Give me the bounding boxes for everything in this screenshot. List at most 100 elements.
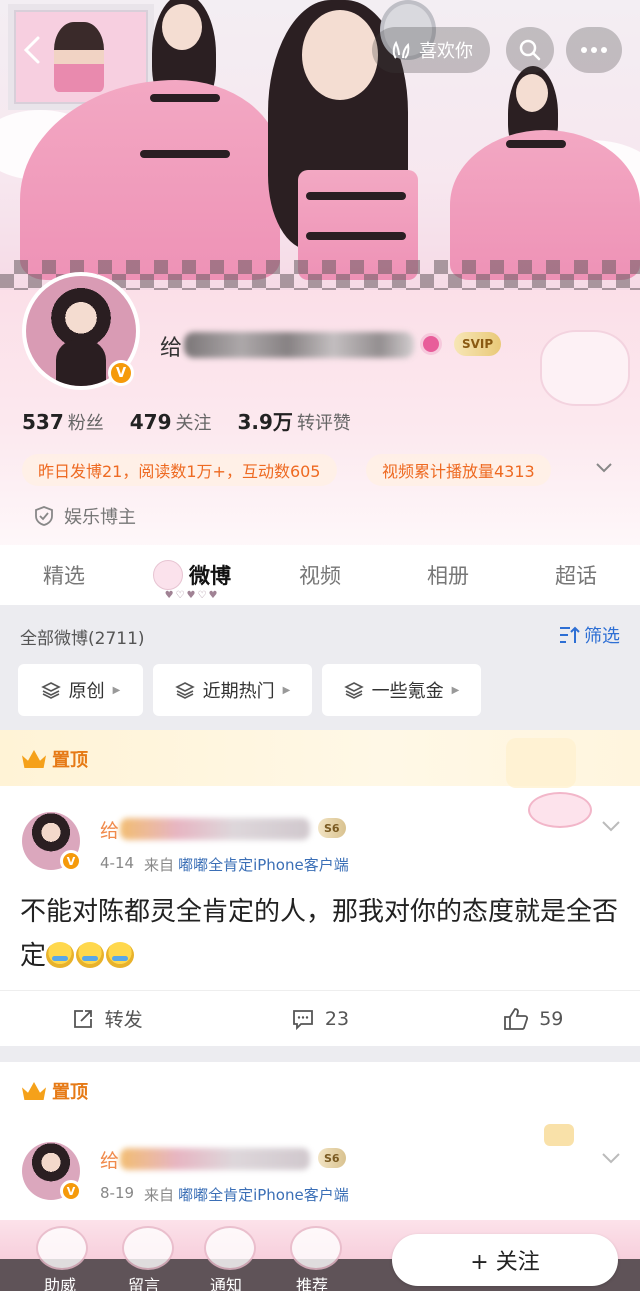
video-stats-pill[interactable]: 视频累计播放量4313 bbox=[366, 454, 551, 486]
pinned-label: 置顶 bbox=[52, 1082, 88, 1103]
tab-label: 视频 bbox=[299, 564, 341, 588]
fans-count: 537 bbox=[22, 410, 64, 434]
interactions-count: 3.9万 bbox=[237, 410, 293, 434]
chip-arrow-icon: ▶ bbox=[282, 684, 291, 696]
following-count: 479 bbox=[129, 410, 172, 434]
chip-label: 近期热门 bbox=[202, 681, 275, 702]
tab-label: 精选 bbox=[43, 564, 85, 588]
pinned-indicator: 置顶 bbox=[22, 746, 88, 772]
post-menu-chevron-icon[interactable] bbox=[600, 1150, 622, 1169]
verified-badge-icon: V bbox=[60, 850, 82, 872]
bottom-bar-decoration bbox=[122, 1226, 174, 1270]
stat-interactions[interactable]: 3.9万 转评赞 bbox=[238, 406, 351, 435]
follow-label: + 关注 bbox=[470, 1250, 540, 1275]
level-label: S6 bbox=[324, 1151, 340, 1165]
back-button[interactable] bbox=[12, 30, 52, 70]
yesterday-stats-pill[interactable]: 昨日发博21，阅读数1万+，互动数605 bbox=[22, 454, 337, 486]
filter-button[interactable]: 筛选 bbox=[558, 622, 620, 648]
crown-icon bbox=[22, 1082, 46, 1100]
svip-label: SVIP bbox=[462, 337, 494, 351]
crown-icon bbox=[22, 750, 46, 768]
tab-supertopic[interactable]: 超话 bbox=[512, 545, 640, 605]
comment-icon bbox=[292, 1009, 313, 1030]
chip-spending[interactable]: 一些氪金 ▶ bbox=[322, 664, 481, 716]
tab-album[interactable]: 相册 bbox=[384, 545, 512, 605]
verified-badge-icon: V bbox=[108, 360, 134, 386]
layers-icon bbox=[40, 682, 61, 699]
post-source[interactable]: 嘟嘟全肯定iPhone客户端 bbox=[178, 1184, 349, 1205]
filter-icon bbox=[560, 626, 580, 643]
bunny-ears-icon bbox=[392, 40, 410, 59]
bottom-nav-cheer[interactable]: 助威 bbox=[44, 1272, 76, 1291]
like-you-label: 喜欢你 bbox=[419, 41, 473, 62]
pinned-label: 置顶 bbox=[52, 750, 88, 771]
expand-chevron-icon[interactable] bbox=[594, 460, 614, 479]
post-date: 8-19 bbox=[100, 1184, 135, 1202]
tab-label: 微博 bbox=[189, 564, 231, 588]
crying-emoji-icon bbox=[76, 942, 105, 968]
pinned-indicator: 置顶 bbox=[22, 1078, 88, 1104]
follow-button[interactable]: + 关注 bbox=[392, 1234, 618, 1286]
like-count: 59 bbox=[539, 1007, 564, 1030]
tab-hearts-indicator: ♥♡♥♡♥ bbox=[164, 590, 220, 601]
crying-emoji-icon bbox=[106, 942, 135, 968]
svip-badge[interactable]: SVIP bbox=[454, 332, 502, 356]
following-label: 关注 bbox=[175, 413, 212, 434]
back-arrow-icon bbox=[23, 36, 40, 64]
bottom-nav-recommend[interactable]: 推荐 bbox=[296, 1272, 328, 1291]
chip-label: 原创 bbox=[68, 681, 105, 702]
post-from-label: 来自 bbox=[144, 1186, 175, 1204]
member-badge-icon bbox=[420, 333, 442, 355]
profile-tag-label: 娱乐博主 bbox=[64, 507, 136, 528]
search-icon bbox=[519, 39, 541, 61]
fans-label: 粉丝 bbox=[67, 413, 104, 434]
post-source[interactable]: 嘟嘟全肯定iPhone客户端 bbox=[178, 854, 349, 875]
like-button[interactable]: 59 bbox=[427, 991, 640, 1046]
shield-icon bbox=[35, 506, 53, 526]
post-menu-chevron-icon[interactable] bbox=[600, 818, 622, 837]
thumbs-up-icon bbox=[504, 1007, 529, 1030]
profile-tabs: 精选 微博 ♥♡♥♡♥ 视频 相册 超话 bbox=[0, 545, 640, 605]
bottom-nav-message[interactable]: 留言 bbox=[128, 1272, 160, 1291]
post-text[interactable]: 不能对陈都灵全肯定的人，那我对你的态度就是全否定 bbox=[20, 890, 620, 978]
crown-decoration bbox=[544, 1124, 574, 1146]
crown-decoration bbox=[506, 738, 576, 788]
chip-arrow-icon: ▶ bbox=[112, 684, 121, 696]
tab-video[interactable]: 视频 bbox=[256, 545, 384, 605]
chip-recent-hot[interactable]: 近期热门 ▶ bbox=[153, 664, 312, 716]
comment-button[interactable]: 23 bbox=[213, 991, 426, 1046]
repost-icon bbox=[73, 1009, 92, 1028]
profile-name-blurred bbox=[184, 332, 414, 358]
bottom-nav-notify[interactable]: 通知 bbox=[210, 1272, 242, 1291]
post-author-name-blurred[interactable] bbox=[120, 818, 310, 840]
search-button[interactable] bbox=[506, 27, 554, 73]
post-meta: 4-14 来自 嘟嘟全肯定iPhone客户端 bbox=[100, 854, 349, 875]
chip-arrow-icon: ▶ bbox=[451, 684, 460, 696]
bunny-tab-icon bbox=[153, 560, 183, 590]
comment-count: 23 bbox=[324, 1007, 350, 1030]
video-stats-text: 视频累计播放量4313 bbox=[382, 462, 535, 481]
level-badge: S6 bbox=[318, 1148, 346, 1168]
bottom-bar-decoration bbox=[290, 1226, 342, 1270]
bottom-bar-decoration bbox=[204, 1226, 256, 1270]
all-posts-count: 全部微博(2711) bbox=[20, 629, 145, 649]
more-dots-icon bbox=[581, 47, 607, 53]
verified-badge-icon: V bbox=[60, 1180, 82, 1202]
post-from-label: 来自 bbox=[144, 856, 175, 874]
repost-button[interactable]: 转发 bbox=[0, 991, 213, 1046]
tab-featured[interactable]: 精选 bbox=[0, 545, 128, 605]
layers-icon bbox=[343, 682, 364, 699]
chip-original[interactable]: 原创 ▶ bbox=[18, 664, 143, 716]
bunny-sticker-decoration bbox=[528, 792, 592, 828]
interactions-label: 转评赞 bbox=[296, 413, 351, 434]
profile-tag[interactable]: 娱乐博主 bbox=[34, 503, 136, 529]
post-author-name-blurred[interactable] bbox=[120, 1148, 310, 1170]
profile-name-first-char: 给 bbox=[160, 336, 183, 361]
more-button[interactable] bbox=[566, 27, 622, 73]
repost-label: 转发 bbox=[104, 1009, 143, 1031]
tab-weibo[interactable]: 微博 ♥♡♥♡♥ bbox=[128, 545, 256, 605]
stat-following[interactable]: 479 关注 bbox=[130, 409, 212, 435]
like-you-button[interactable]: 喜欢你 bbox=[372, 27, 490, 73]
stat-fans[interactable]: 537 粉丝 bbox=[22, 409, 104, 435]
post-author-name-first-char: 给 bbox=[100, 1150, 120, 1172]
